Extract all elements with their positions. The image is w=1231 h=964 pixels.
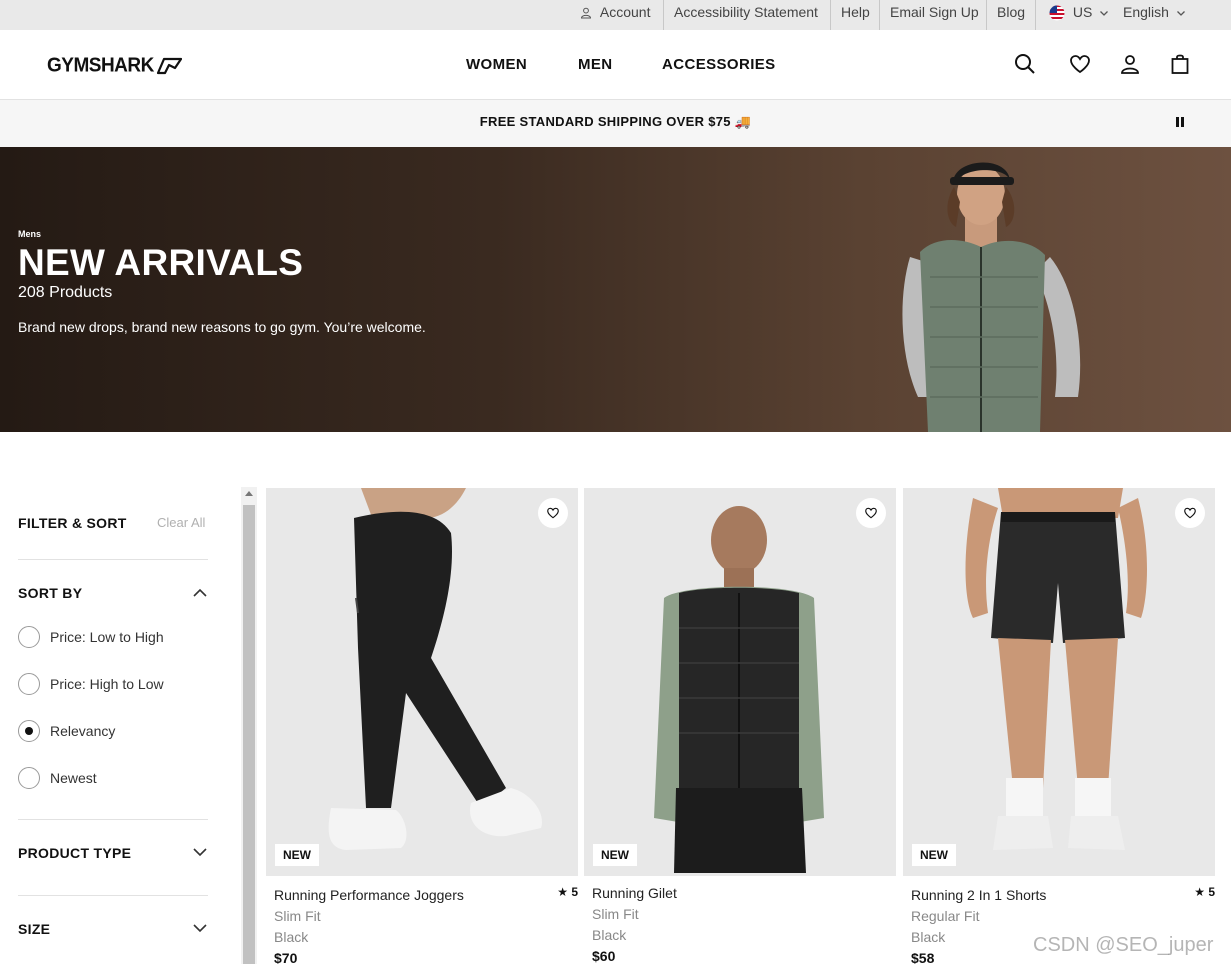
help-link[interactable]: Help	[833, 0, 878, 30]
language-selector[interactable]: English	[1115, 0, 1194, 30]
logo-wordmark: GYMSHARK	[47, 54, 154, 77]
heart-icon	[865, 507, 877, 519]
filter-sort-title: FILTER & SORT	[18, 515, 127, 531]
radio-button[interactable]	[18, 767, 40, 789]
product-rating: ★ 5	[1194, 885, 1215, 899]
region-selector[interactable]: US	[1041, 0, 1117, 30]
watermark: CSDN @SEO_juper	[1033, 934, 1214, 956]
product-color: Black	[274, 929, 309, 945]
size-heading[interactable]: SIZE	[18, 921, 50, 937]
user-icon	[580, 7, 592, 19]
user-account-icon[interactable]	[1118, 52, 1142, 76]
product-fit: Slim Fit	[592, 906, 639, 922]
product-price: $60	[592, 948, 616, 964]
shorts-model-image	[965, 488, 1147, 850]
sort-by-heading[interactable]: SORT BY	[18, 585, 82, 601]
product-color: Black	[592, 927, 627, 943]
scrollbar-thumb[interactable]	[243, 505, 255, 964]
utility-divider	[879, 0, 880, 30]
sort-option-relevancy[interactable]: Relevancy	[18, 719, 115, 743]
hero-description: Brand new drops, brand new reasons to go…	[18, 319, 426, 335]
sort-option-label: Price: Low to High	[50, 629, 164, 645]
product-name[interactable]: Running Performance Joggers	[274, 887, 464, 903]
filter-divider	[18, 559, 208, 560]
main-header: GYMSHARK WOMEN MEN ACCESSORIES	[0, 30, 1231, 100]
product-image[interactable]: NEW	[903, 488, 1215, 876]
account-link[interactable]: Account	[572, 0, 658, 30]
wishlist-button[interactable]	[1175, 498, 1205, 528]
search-icon[interactable]	[1013, 52, 1037, 76]
radio-button[interactable]	[18, 673, 40, 695]
filter-divider	[18, 819, 208, 820]
chevron-down-icon[interactable]	[192, 922, 208, 934]
gilet-model-image	[654, 506, 824, 873]
blog-link[interactable]: Blog	[989, 0, 1033, 30]
filter-divider	[18, 895, 208, 896]
product-name[interactable]: Running 2 In 1 Shorts	[911, 887, 1046, 903]
new-badge: NEW	[912, 844, 956, 866]
radio-button-selected[interactable]	[18, 720, 40, 742]
chevron-down-icon	[1176, 11, 1185, 17]
radio-button[interactable]	[18, 626, 40, 648]
nav-accessories[interactable]: ACCESSORIES	[662, 56, 776, 73]
scroll-up-arrow-icon[interactable]	[245, 491, 253, 496]
account-label: Account	[599, 4, 651, 20]
clear-all-button[interactable]: Clear All	[157, 515, 205, 530]
sort-option-label: Price: High to Low	[50, 676, 164, 692]
product-name[interactable]: Running Gilet	[592, 885, 677, 901]
hero-eyebrow: Mens	[18, 229, 42, 239]
shipping-banner: FREE STANDARD SHIPPING OVER $75 🚚	[0, 100, 1231, 147]
gymshark-logo[interactable]: GYMSHARK	[47, 54, 182, 77]
accessibility-link[interactable]: Accessibility Statement	[666, 0, 826, 30]
utility-divider	[1035, 0, 1036, 30]
shark-mark-icon	[156, 57, 182, 75]
wishlist-button[interactable]	[538, 498, 568, 528]
region-label: US	[1072, 4, 1093, 20]
chevron-down-icon[interactable]	[192, 846, 208, 858]
product-rating: ★ 5	[557, 885, 578, 899]
heart-icon	[547, 507, 559, 519]
product-price: $70	[274, 950, 298, 964]
product-type-heading[interactable]: PRODUCT TYPE	[18, 845, 131, 861]
nav-women[interactable]: WOMEN	[466, 56, 527, 73]
product-color: Black	[911, 929, 946, 945]
joggers-model-image	[328, 488, 542, 850]
shopping-bag-icon[interactable]	[1168, 52, 1192, 76]
email-signup-link[interactable]: Email Sign Up	[882, 0, 987, 30]
heart-icon[interactable]	[1068, 52, 1092, 76]
shipping-banner-text: FREE STANDARD SHIPPING OVER $75 🚚	[479, 114, 752, 129]
sort-option-price-low-high[interactable]: Price: Low to High	[18, 625, 164, 649]
product-image[interactable]: NEW	[266, 488, 578, 876]
hero-model-image	[902, 162, 1081, 432]
utility-divider	[830, 0, 831, 30]
product-fit: Regular Fit	[911, 908, 980, 924]
page-title: NEW ARRIVALS	[18, 242, 304, 283]
sort-option-label: Newest	[50, 770, 97, 786]
product-fit: Slim Fit	[274, 908, 321, 924]
new-badge: NEW	[275, 844, 319, 866]
chevron-down-icon	[1100, 11, 1109, 17]
sort-option-newest[interactable]: Newest	[18, 766, 97, 790]
heart-icon	[1184, 507, 1196, 519]
product-card[interactable]: NEW Running 2 In 1 Shorts ★ 5 Regular Fi…	[903, 488, 1215, 964]
utility-divider	[663, 0, 664, 30]
product-image[interactable]: NEW	[584, 488, 896, 876]
product-card[interactable]: NEW Running Performance Joggers ★ 5 Slim…	[266, 488, 578, 964]
product-card[interactable]: NEW Running Gilet Slim Fit Black $60	[584, 488, 896, 964]
nav-men[interactable]: MEN	[578, 56, 613, 73]
product-count: 208 Products	[18, 284, 113, 301]
sort-option-price-high-low[interactable]: Price: High to Low	[18, 672, 164, 696]
hero-banner: Mens NEW ARRIVALS 208 Products Brand new…	[0, 147, 1231, 432]
new-badge: NEW	[593, 844, 637, 866]
product-price: $58	[911, 950, 935, 964]
sort-option-label: Relevancy	[50, 723, 116, 739]
utility-divider	[986, 0, 987, 30]
wishlist-button[interactable]	[856, 498, 886, 528]
chevron-up-icon[interactable]	[192, 587, 208, 599]
language-label: English	[1123, 4, 1169, 20]
us-flag-icon	[1049, 5, 1065, 21]
utility-bar: Account Accessibility Statement Help Ema…	[0, 0, 1231, 30]
pause-icon[interactable]	[1174, 116, 1186, 128]
